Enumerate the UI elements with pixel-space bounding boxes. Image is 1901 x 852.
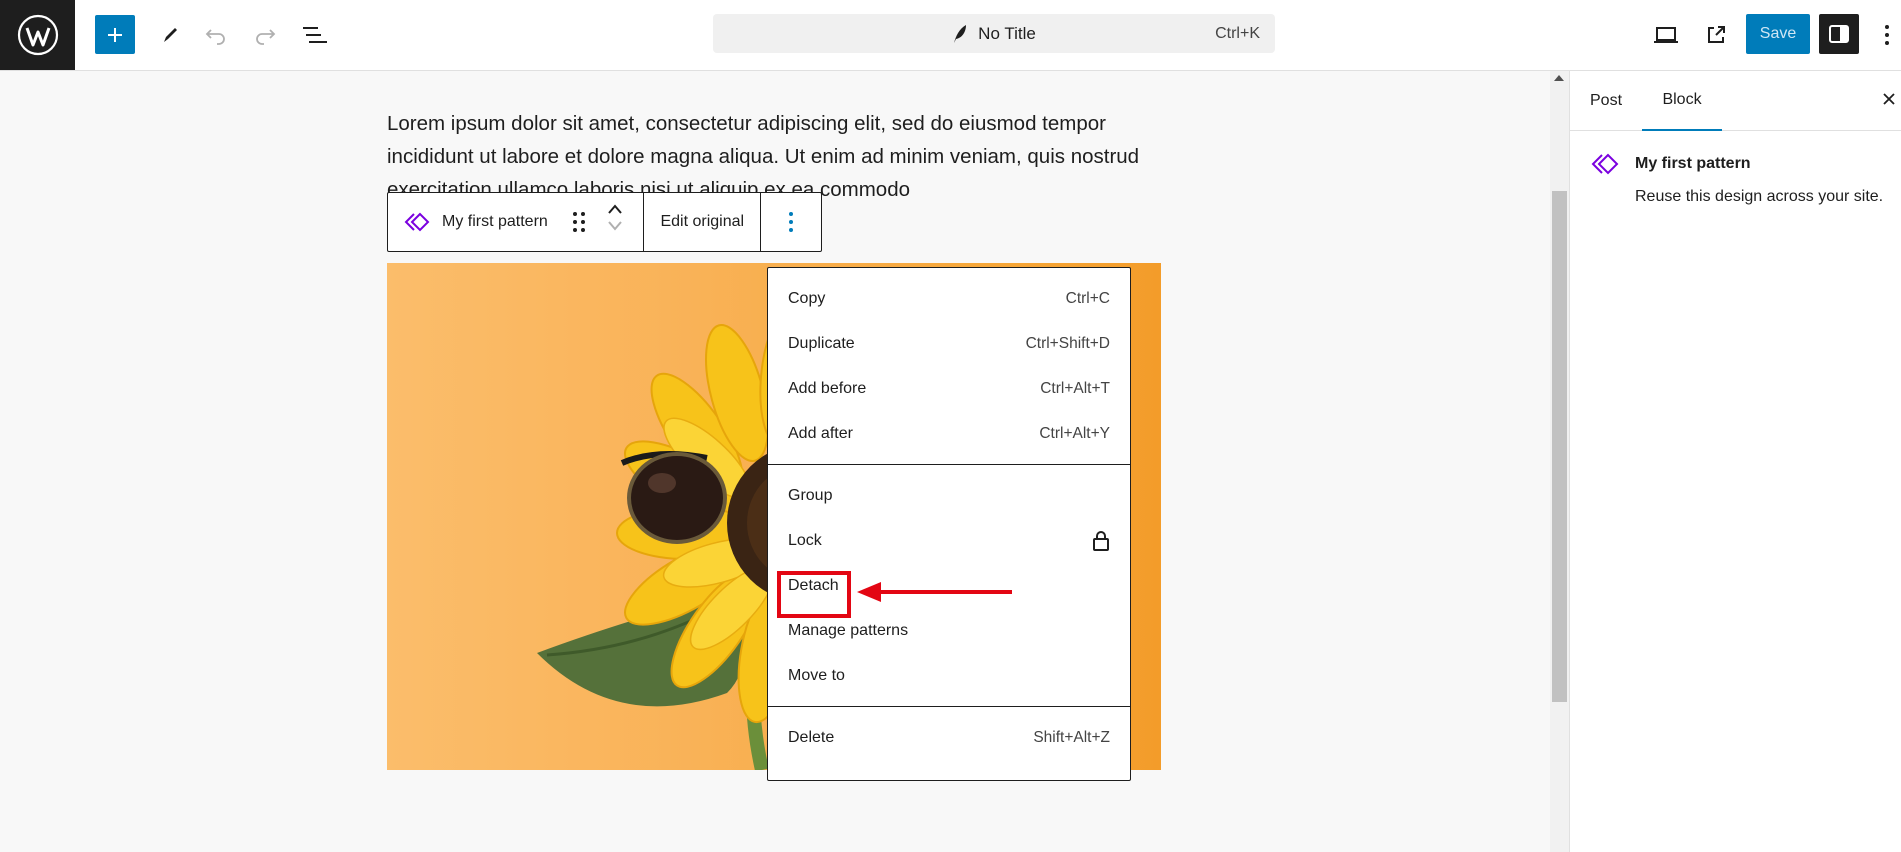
document-title: No Title xyxy=(978,23,1036,43)
redo-button[interactable] xyxy=(245,15,285,55)
wordpress-icon xyxy=(17,14,58,56)
tools-button[interactable] xyxy=(150,15,190,55)
more-vertical-icon xyxy=(789,212,794,232)
tab-post[interactable]: Post xyxy=(1590,71,1622,131)
detach-highlight-box xyxy=(777,571,851,618)
plus-icon xyxy=(108,27,122,42)
menu-item-label: Lock xyxy=(788,531,822,549)
command-shortcut: Ctrl+K xyxy=(1215,25,1260,42)
undo-button[interactable] xyxy=(196,15,236,55)
settings-toggle-button[interactable] xyxy=(1819,14,1859,54)
command-palette-bar[interactable]: No Title Ctrl+K xyxy=(713,14,1275,53)
more-vertical-icon xyxy=(1885,25,1889,45)
menu-item-label: Add before xyxy=(788,379,867,397)
desktop-icon xyxy=(1654,27,1678,43)
block-options-button[interactable] xyxy=(761,193,821,251)
block-options-menu: Copy Ctrl+C Duplicate Ctrl+Shift+D Add b… xyxy=(767,267,1131,781)
scroll-up-arrow[interactable] xyxy=(1554,75,1564,81)
menu-group-delete: Delete Shift+Alt+Z xyxy=(768,707,1130,768)
edit-original-button[interactable]: Edit original xyxy=(644,193,762,251)
annotation-arrow-icon xyxy=(857,582,1012,602)
undo-icon xyxy=(205,29,225,45)
menu-item-shortcut: Ctrl+Alt+Y xyxy=(1039,424,1110,442)
save-button[interactable]: Save xyxy=(1746,14,1810,54)
menu-item-lock[interactable]: Lock xyxy=(768,518,1130,563)
editor-header: No Title Ctrl+K Save xyxy=(0,0,1901,71)
wordpress-logo[interactable] xyxy=(0,0,75,70)
sidebar-tabs: Post Block xyxy=(1570,71,1901,131)
menu-item-shortcut: Ctrl+Alt+T xyxy=(1040,379,1110,397)
tab-block[interactable]: Block xyxy=(1642,71,1722,131)
drag-handle-icon xyxy=(573,212,585,232)
close-sidebar-button[interactable] xyxy=(1879,89,1899,109)
move-up-icon[interactable] xyxy=(607,203,623,215)
redo-icon xyxy=(256,29,276,45)
menu-item-shortcut: Shift+Alt+Z xyxy=(1033,728,1110,746)
block-card-title: My first pattern xyxy=(1635,155,1751,172)
lock-icon xyxy=(1093,530,1109,551)
canvas-scrollbar[interactable] xyxy=(1550,71,1569,852)
feather-icon xyxy=(954,24,967,43)
view-button[interactable] xyxy=(1646,15,1686,55)
document-overview-button[interactable] xyxy=(295,15,335,55)
menu-item-label: Copy xyxy=(788,289,826,307)
pattern-block-switcher[interactable]: My first pattern xyxy=(388,193,645,251)
menu-item-delete[interactable]: Delete Shift+Alt+Z xyxy=(768,715,1130,760)
move-down-icon[interactable] xyxy=(607,219,623,231)
menu-item-add-after[interactable]: Add after Ctrl+Alt+Y xyxy=(768,411,1130,456)
menu-item-label: Manage patterns xyxy=(788,621,909,639)
sidebar-icon xyxy=(1829,25,1849,43)
block-inserter-button[interactable] xyxy=(95,15,135,54)
menu-item-label: Delete xyxy=(788,728,835,746)
menu-item-group[interactable]: Group xyxy=(768,473,1130,518)
external-link-icon xyxy=(1708,26,1725,43)
menu-group-edit: Copy Ctrl+C Duplicate Ctrl+Shift+D Add b… xyxy=(768,268,1130,465)
pen-icon xyxy=(164,28,177,42)
block-toolbar: My first pattern Edit original xyxy=(387,192,822,252)
close-icon xyxy=(1883,93,1895,105)
menu-item-label: Add after xyxy=(788,424,853,442)
menu-item-shortcut: Ctrl+C xyxy=(1065,289,1110,307)
list-view-icon xyxy=(303,27,327,43)
view-post-button[interactable] xyxy=(1696,15,1736,55)
menu-item-label: Group xyxy=(788,486,833,504)
menu-item-move-to[interactable]: Move to xyxy=(768,653,1130,698)
drag-handle[interactable] xyxy=(572,211,586,238)
menu-item-label: Move to xyxy=(788,666,845,684)
menu-item-duplicate[interactable]: Duplicate Ctrl+Shift+D xyxy=(768,321,1130,366)
block-card-description: Reuse this design across your site. xyxy=(1635,188,1884,205)
pattern-icon xyxy=(404,212,430,232)
settings-sidebar: Post Block My first pattern Reuse this d… xyxy=(1569,71,1901,852)
scroll-thumb[interactable] xyxy=(1552,191,1567,702)
menu-item-label: Duplicate xyxy=(788,334,855,352)
options-button[interactable] xyxy=(1876,15,1898,55)
menu-item-shortcut: Ctrl+Shift+D xyxy=(1025,334,1110,352)
block-movers xyxy=(607,203,623,231)
menu-item-add-before[interactable]: Add before Ctrl+Alt+T xyxy=(768,366,1130,411)
menu-item-copy[interactable]: Copy Ctrl+C xyxy=(768,276,1130,321)
pattern-icon xyxy=(1591,153,1619,175)
pattern-name: My first pattern xyxy=(442,213,548,230)
